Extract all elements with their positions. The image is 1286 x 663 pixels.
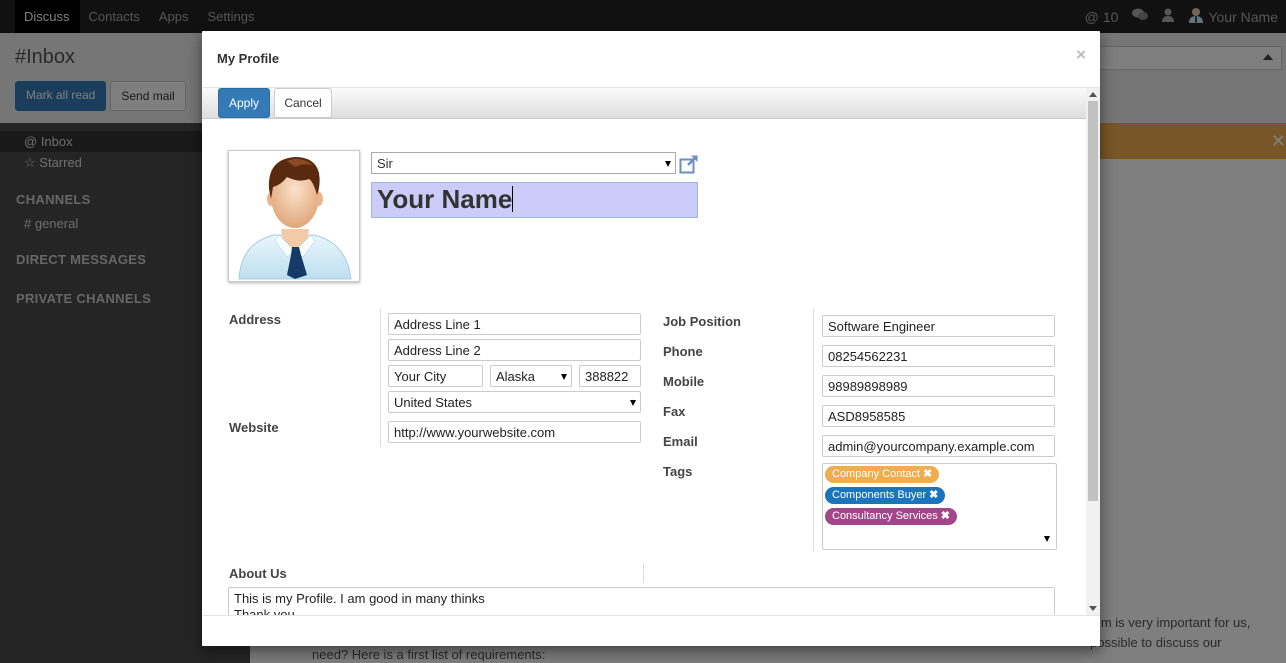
remove-tag-icon[interactable]: ✖ <box>941 510 950 522</box>
tag-label: Consultancy Services <box>832 510 938 522</box>
divider <box>643 563 644 583</box>
state-select[interactable]: Alaska <box>490 365 572 387</box>
caret-down-icon[interactable] <box>1044 536 1050 542</box>
text-cursor <box>512 186 514 212</box>
external-link-icon[interactable] <box>679 154 699 174</box>
dialog-scrollbar[interactable] <box>1086 88 1100 615</box>
tag-badge: Company Contact ✖ <box>825 466 940 483</box>
email-field[interactable]: admin@yourcompany.example.com <box>822 435 1055 457</box>
caret-down-icon <box>630 400 636 406</box>
scroll-down-icon[interactable] <box>1089 606 1097 611</box>
mobile-label: Mobile <box>663 374 705 389</box>
remove-tag-icon[interactable]: ✖ <box>929 489 938 501</box>
tags-label: Tags <box>663 464 693 479</box>
dialog-title: My Profile <box>217 51 280 66</box>
job-position-label: Job Position <box>663 314 741 329</box>
close-icon[interactable]: × <box>1076 45 1086 65</box>
website-field[interactable]: http://www.yourwebsite.com <box>388 421 641 443</box>
dialog-footer <box>202 615 1100 646</box>
tag-label: Company Contact <box>832 468 921 480</box>
email-label: Email <box>663 434 698 449</box>
about-line: Thank you <box>234 607 295 615</box>
address-label: Address <box>229 312 282 327</box>
remove-tag-icon[interactable]: ✖ <box>923 468 932 480</box>
country-select[interactable]: United States <box>388 391 641 413</box>
scrollbar-thumb[interactable] <box>1088 101 1098 501</box>
caret-down-icon <box>561 374 567 380</box>
caret-down-icon <box>665 161 671 167</box>
divider <box>380 309 381 447</box>
person-avatar-icon <box>238 157 352 280</box>
dialog-header: My Profile × <box>202 31 1100 88</box>
state-select-value: Alaska <box>496 369 536 384</box>
apply-button[interactable]: Apply <box>218 88 270 118</box>
country-select-value: United States <box>394 395 473 410</box>
scroll-up-icon[interactable] <box>1089 92 1097 97</box>
title-select[interactable]: Sir <box>371 152 676 174</box>
tags-field[interactable]: Company Contact ✖ Components Buyer ✖ Consu… <box>822 463 1057 550</box>
tag-badge: Components Buyer ✖ <box>825 487 946 504</box>
city-field[interactable]: Your City <box>388 365 483 387</box>
phone-label: Phone <box>663 344 703 359</box>
profile-dialog: My Profile × Apply Cancel Sir Your Name … <box>202 31 1100 646</box>
mobile-field[interactable]: 98989898989 <box>822 375 1055 397</box>
dialog-body: Sir Your Name Address Address Line 1 Add… <box>202 119 1086 615</box>
title-select-value: Sir <box>377 156 393 171</box>
name-field-value: Your Name <box>377 184 513 214</box>
about-us-textarea[interactable]: This is my Profile. I am good in many th… <box>228 587 1055 615</box>
about-line: This is my Profile. I am good in many th… <box>234 591 485 606</box>
job-position-field[interactable]: Software Engineer <box>822 315 1055 337</box>
tag-badge: Consultancy Services ✖ <box>825 508 957 525</box>
address-line2-field[interactable]: Address Line 2 <box>388 339 641 361</box>
dialog-toolbar: Apply Cancel <box>202 88 1086 119</box>
fax-label: Fax <box>663 404 686 419</box>
cancel-button[interactable]: Cancel <box>274 88 332 118</box>
name-field[interactable]: Your Name <box>371 182 698 218</box>
website-label: Website <box>229 420 279 435</box>
fax-field[interactable]: ASD8958585 <box>822 405 1055 427</box>
phone-field[interactable]: 08254562231 <box>822 345 1055 367</box>
profile-avatar[interactable] <box>228 150 360 282</box>
address-line1-field[interactable]: Address Line 1 <box>388 313 641 335</box>
about-us-label: About Us <box>229 566 287 581</box>
tag-label: Components Buyer <box>832 489 927 501</box>
zip-field[interactable]: 388822 <box>579 365 641 387</box>
divider <box>813 309 814 551</box>
